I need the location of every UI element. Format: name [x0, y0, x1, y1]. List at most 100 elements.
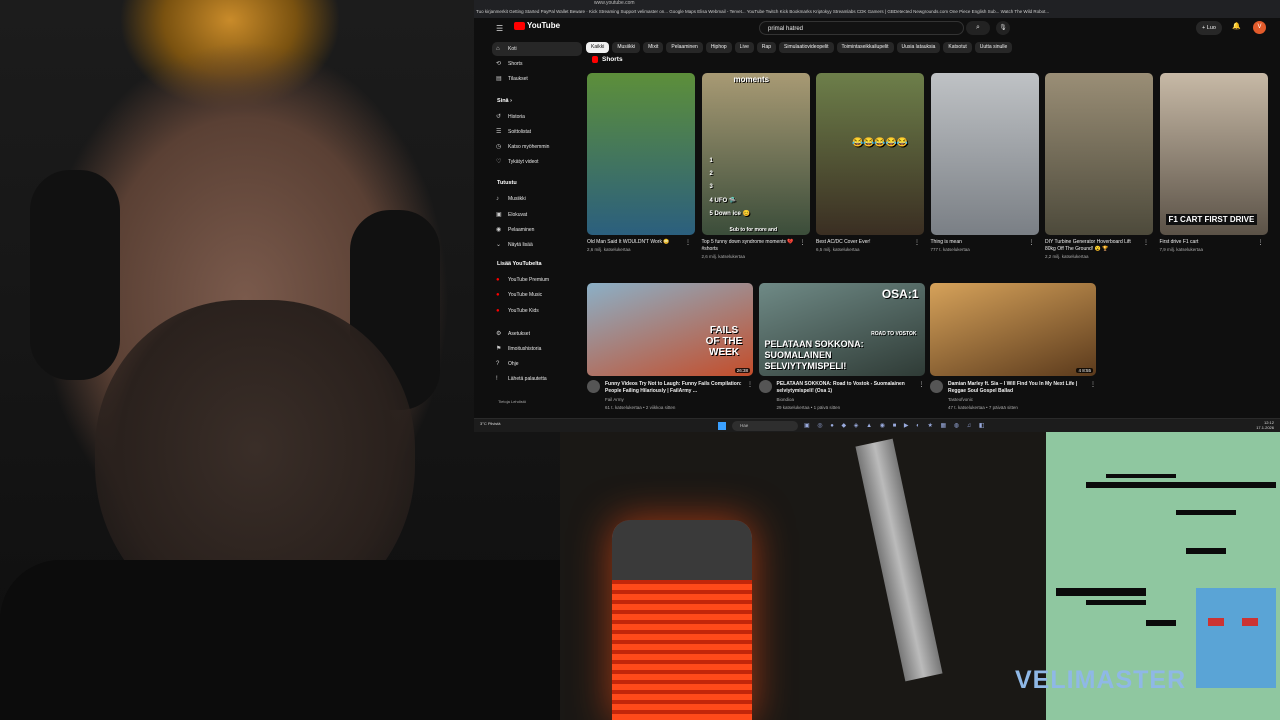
- sidebar-item-youtube-premium[interactable]: ● YouTube Premium: [496, 273, 549, 287]
- video-thumbnail[interactable]: FAILS OF THE WEEK 26:38: [587, 283, 753, 376]
- channel-name[interactable]: Biondioa: [777, 397, 795, 402]
- sidebar-item-ohje[interactable]: ? Ohje: [496, 357, 519, 371]
- short-title[interactable]: First drive F1 cart: [1160, 239, 1256, 246]
- chip-musiikki[interactable]: Musiikki: [612, 42, 641, 53]
- chip-pelaaminen[interactable]: Pelaaminen: [666, 42, 703, 53]
- more-options-icon[interactable]: ⋮: [919, 381, 925, 388]
- short-list-item: 2: [709, 171, 713, 177]
- thumbnail-overlay-text: PELATAAN SOKKONA: SUOMALAINEN SELVIYTYMI…: [764, 339, 864, 371]
- chip-uutta-sinulle[interactable]: Uutta sinulle: [974, 42, 1013, 53]
- more-options-icon[interactable]: ⋮: [800, 239, 806, 246]
- chip-hiphop[interactable]: Hiphop: [705, 42, 732, 53]
- video-title[interactable]: Funny Videos Try Not to Laugh: Funny Fai…: [605, 381, 745, 395]
- sidebar-item-elokuvat[interactable]: ▣ Elokuvat: [496, 208, 527, 222]
- chip-mixit[interactable]: Mixit: [643, 42, 664, 53]
- sidebar-section-you_header[interactable]: Sinä ›: [497, 98, 512, 104]
- youtube-logo[interactable]: YouTube: [514, 21, 560, 30]
- more-options-icon[interactable]: ⋮: [685, 239, 691, 246]
- chip-kaikki[interactable]: Kaikki: [586, 42, 610, 53]
- sidebar-item-katso-myöhemmin[interactable]: ◷ Katso myöhemmin: [496, 140, 549, 154]
- sidebar-footer-links[interactable]: Tietoja Lehdistö: [498, 399, 526, 404]
- sidebar-item-youtube-kids[interactable]: ● YouTube Kids: [496, 304, 539, 318]
- bookmarks-bar[interactable]: Tuo kirjanmerkit Getting Started PayPal …: [476, 9, 1049, 14]
- sidebar-item-soittolistat[interactable]: ☰ Soittolistat: [496, 125, 531, 139]
- chip-uusia-latauksia[interactable]: Uusia latauksia: [896, 42, 941, 53]
- sidebar-item-label: YouTube Kids: [508, 307, 539, 314]
- video-title[interactable]: PELATAAN SOKKONA: Road to Vostok - Suoma…: [777, 381, 917, 395]
- search-input[interactable]: primal hatred: [759, 21, 964, 35]
- windows-start-icon[interactable]: [718, 422, 726, 430]
- notifications-bell-icon[interactable]: 🔔: [1232, 22, 1241, 30]
- sidebar-item-historia[interactable]: ↺ Historia: [496, 110, 525, 124]
- channel-name[interactable]: Tasteofvonic: [948, 397, 973, 402]
- avatar[interactable]: V: [1253, 21, 1266, 34]
- sidebar-item-ilmoitushistoria[interactable]: ⚑ Ilmoitushistoria: [496, 342, 541, 356]
- sidebar-item-youtube-music[interactable]: ● YouTube Music: [496, 288, 542, 302]
- playlists-icon: ☰: [496, 128, 502, 135]
- address-bar[interactable]: www.youtube.com: [594, 0, 635, 6]
- more-options-icon[interactable]: ⋮: [1258, 239, 1264, 246]
- video-stats: 47 t. katselukertaa • 7 päivää sitten: [948, 405, 1018, 410]
- short-title[interactable]: Old Man Said It WOULDN'T Work 😳: [587, 239, 683, 246]
- search-button[interactable]: ⌕: [966, 21, 990, 35]
- short-card[interactable]: DIY Turbine Generator Hoverboard Lift 80…: [1045, 73, 1153, 259]
- sidebar-section-explore_header: Tutustu: [497, 180, 517, 187]
- sidebar-item-shorts[interactable]: ⟲ Shorts: [496, 57, 522, 71]
- taskbar-apps[interactable]: ▣ ◎ ● ◆ ◈ ▲ ◉ ■ ▶ ◐ ★ ▦ ◍ ♫ ◧: [804, 422, 988, 429]
- chip-toimintaseikkailupelit[interactable]: Toimintaseikkailupelit: [836, 42, 894, 53]
- short-thumbnail[interactable]: 😂😂😂😂😂: [816, 73, 924, 235]
- short-title[interactable]: Thing is mean: [931, 239, 1027, 246]
- short-title[interactable]: Top 5 funny down syndrome moments 💔 #sho…: [702, 239, 798, 253]
- short-thumbnail[interactable]: [930, 73, 1039, 235]
- channel-avatar[interactable]: [758, 380, 772, 393]
- video-title[interactable]: Damian Marley ft. Sia – I Will Find You …: [948, 381, 1088, 395]
- video-thumbnail[interactable]: PELATAAN SOKKONA: SUOMALAINEN SELVIYTYMI…: [758, 283, 925, 376]
- streamer-brand: VELIMASTER: [1015, 666, 1187, 694]
- more-options-icon[interactable]: ⋮: [1090, 381, 1096, 388]
- channel-avatar[interactable]: [587, 380, 600, 393]
- video-card[interactable]: 4 8:55 Damian Marley ft. Sia – I Will Fin…: [930, 283, 1096, 410]
- sidebar-item-lähetä-palautetta[interactable]: ! Lähetä palautetta: [496, 372, 547, 386]
- chip-rap[interactable]: Rap: [756, 42, 777, 53]
- hamburger-menu-icon[interactable]: ☰: [496, 24, 503, 33]
- taskbar-clock[interactable]: 12:12 17.1.2026: [1256, 420, 1274, 430]
- video-duration: 4 8:55: [1076, 368, 1093, 373]
- chip-simulaatiovideopelit[interactable]: Simulaatiovideopelit: [779, 42, 834, 53]
- channel-avatar[interactable]: [930, 380, 943, 393]
- sidebar-item-näytä-lisää[interactable]: ⌄ Näytä lisää: [496, 238, 533, 252]
- sidebar-item-pelaaminen[interactable]: ◉ Pelaaminen: [496, 223, 534, 237]
- chip-live[interactable]: Live: [734, 42, 754, 53]
- sidebar-item-tykätyt-videot[interactable]: ♡ Tykätyt videot: [496, 155, 539, 169]
- sidebar-item-tilaukset[interactable]: ▤ Tilaukset: [496, 72, 528, 86]
- short-card[interactable]: Thing is mean 777 t. katselukertaa ⋮: [930, 73, 1039, 252]
- short-card[interactable]: 😂😂😂😂😂 Best AC/DC Cover Ever! 6,5 milj. kat…: [816, 73, 924, 252]
- short-views: 7,9 milj. katselukertaa: [1159, 247, 1204, 252]
- short-card[interactable]: Old Man Said It WOULDN'T Work 😳 2,6 milj.…: [587, 73, 695, 252]
- voice-search-button[interactable]: 🎙: [996, 21, 1010, 35]
- sidebar-item-label: Tykätyt videot: [508, 159, 539, 166]
- video-thumbnail[interactable]: 4 8:55: [930, 283, 1096, 376]
- sidebar-item-koti[interactable]: ⌂ Koti: [492, 42, 582, 56]
- more-options-icon[interactable]: ⋮: [1029, 239, 1035, 246]
- short-thumbnail[interactable]: moments 1 2 3 4 UFO 🛸 5 Down ice 😊 Sub to for …: [701, 73, 810, 235]
- channel-name[interactable]: Fail Army: [605, 397, 624, 402]
- short-title[interactable]: Best AC/DC Cover Ever!: [816, 239, 912, 246]
- video-card[interactable]: FAILS OF THE WEEK 26:38 Funny Videos Try N…: [587, 283, 753, 410]
- weather-widget[interactable]: 3°C Pilvistä: [480, 421, 501, 426]
- short-title[interactable]: DIY Turbine Generator Hoverboard Lift 80…: [1045, 239, 1141, 253]
- short-card[interactable]: moments 1 2 3 4 UFO 🛸 5 Down ice 😊 Sub to for …: [701, 73, 810, 259]
- short-thumbnail[interactable]: F1 CART FIRST DRIVE: [1159, 73, 1268, 235]
- sidebar-item-asetukset[interactable]: ⚙ Asetukset: [496, 327, 530, 341]
- more-options-icon[interactable]: ⋮: [747, 381, 753, 388]
- create-button[interactable]: + Luo: [1196, 21, 1222, 35]
- taskbar-search-input[interactable]: Hae: [732, 421, 798, 431]
- more-options-icon[interactable]: ⋮: [1143, 239, 1149, 246]
- short-thumbnail[interactable]: [1045, 73, 1153, 235]
- short-card[interactable]: F1 CART FIRST DRIVE First drive F1 cart 7,…: [1159, 73, 1268, 252]
- more-options-icon[interactable]: ⋮: [914, 239, 920, 246]
- video-card[interactable]: PELATAAN SOKKONA: SUOMALAINEN SELVIYTYMI…: [758, 283, 925, 410]
- sidebar-item-label: YouTube Music: [508, 292, 543, 299]
- chip-katsotut[interactable]: Katsotut: [943, 42, 972, 53]
- sidebar-item-musiikki[interactable]: ♪ Musiikki: [496, 192, 526, 206]
- short-thumbnail[interactable]: [587, 73, 695, 235]
